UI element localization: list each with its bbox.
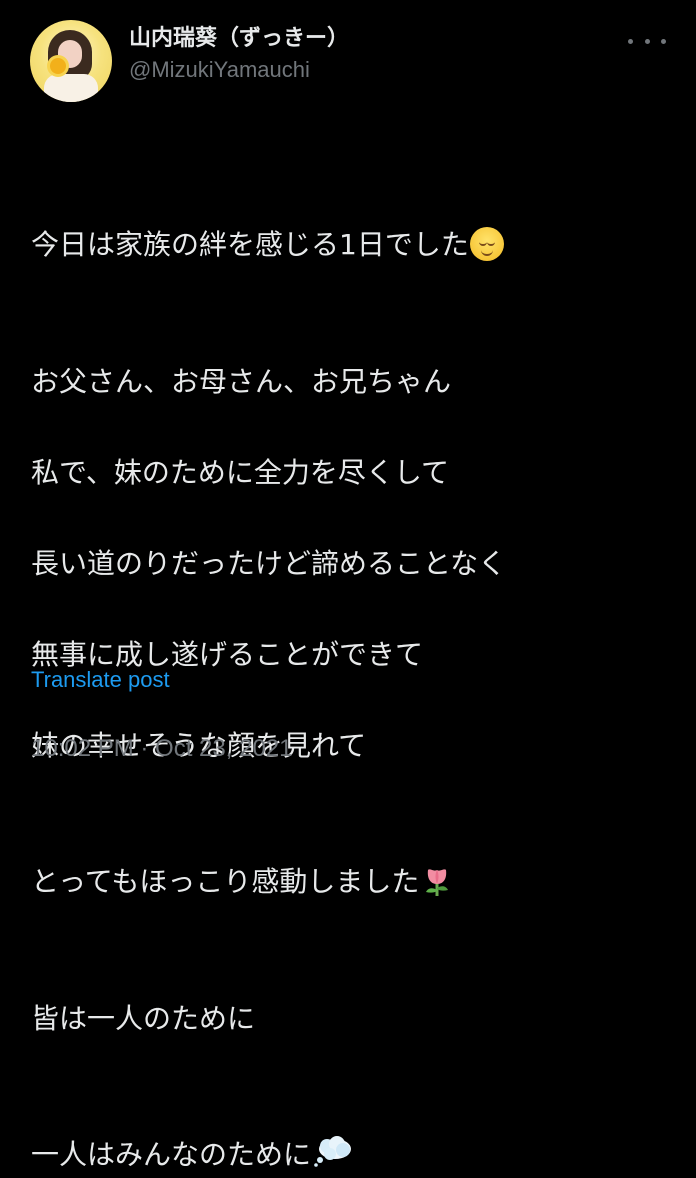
tweet-line-11-text: 一人はみんなのために: [31, 1138, 312, 1171]
tulip-emoji: [426, 869, 449, 896]
sunflower-icon: [50, 58, 66, 74]
avatar-body: [44, 74, 98, 102]
author-info: 山内瑞葵（ずっきー） @MizukiYamauchi: [129, 24, 349, 86]
tweet-line-11: 一人はみんなのために: [31, 1087, 651, 1171]
tweet-header: 山内瑞葵（ずっきー） @MizukiYamauchi: [30, 16, 666, 106]
tweet-text: 今日は家族の絆を感じる1日でした お父さん、お母さん、お兄ちゃん 私で、妹のため…: [31, 131, 651, 1178]
more-options-icon: [644, 38, 650, 44]
more-options-button[interactable]: [628, 30, 666, 52]
relieved-face-emoji: [469, 227, 504, 261]
tweet-line-8: とってもほっこり感動しました: [31, 814, 651, 898]
tweet-line-3: お父さん、お母さん、お兄ちゃん: [31, 364, 452, 398]
emoji-mouth: [480, 248, 493, 256]
tweet-line-5: 長い道のりだったけど諦めることなく: [31, 546, 507, 580]
tweet-line-8-text: とってもほっこり感動しました: [31, 865, 420, 898]
more-options-icon: [661, 38, 666, 44]
translate-post-link[interactable]: Translate post: [31, 663, 170, 697]
post-timestamp[interactable]: 10:02 PM · Oct 23, 2021: [31, 730, 292, 768]
user-handle[interactable]: @MizukiYamauchi: [129, 54, 349, 86]
avatar[interactable]: [30, 20, 112, 102]
tweet-line-blank-2: [31, 905, 651, 951]
tweet-line-1: 今日は家族の絆を感じる1日でした: [31, 177, 651, 261]
tweet-line-4: 私で、妹のために全力を尽くして: [31, 455, 450, 489]
display-name[interactable]: 山内瑞葵（ずっきー）: [129, 24, 349, 54]
more-options-icon: [628, 38, 633, 44]
tweet-line-10: 皆は一人のために: [31, 1001, 256, 1035]
thought-balloon-emoji: [314, 1136, 352, 1167]
tweet-line-1-text: 今日は家族の絆を感じる1日でした: [31, 228, 469, 261]
tweet-line-blank-1: [31, 268, 651, 314]
